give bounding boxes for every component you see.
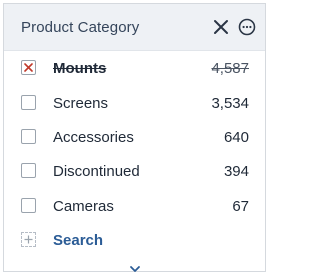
item-count: 640 [223,129,249,146]
item-label: Screens [53,95,109,112]
list-item-discontinued[interactable]: Discontinued 394 [4,156,265,188]
item-label: Cameras [53,198,114,215]
add-search-icon [21,232,36,247]
checkbox[interactable] [21,129,36,144]
list-item-screens[interactable]: Screens 3,534 [4,88,265,120]
item-count: 67 [232,198,249,215]
item-count: 394 [223,163,249,180]
close-icon[interactable] [212,18,230,36]
checkbox[interactable] [21,95,36,110]
item-label: Mounts [53,60,107,77]
checkbox[interactable] [21,198,36,213]
filter-header: Product Category [4,4,265,51]
item-count: 3,534 [211,95,249,112]
search-label: Search [53,232,104,249]
filter-panel: Product Category Mounts 4,587 Screens 3,… [3,3,266,272]
list-item-accessories[interactable]: Accessories 640 [4,122,265,154]
chevron-down-icon[interactable] [128,261,142,272]
more-options-icon[interactable] [238,18,256,36]
list-item-mounts[interactable]: Mounts 4,587 [4,53,265,85]
list-item-cameras[interactable]: Cameras 67 [4,191,265,223]
filter-title: Product Category [21,19,140,36]
checkbox[interactable] [21,163,36,178]
item-label: Accessories [53,129,134,146]
item-label: Discontinued [53,163,140,180]
exclude-checkbox[interactable] [21,60,36,75]
search-link[interactable]: Search [4,229,265,253]
item-count: 4,587 [211,60,249,77]
